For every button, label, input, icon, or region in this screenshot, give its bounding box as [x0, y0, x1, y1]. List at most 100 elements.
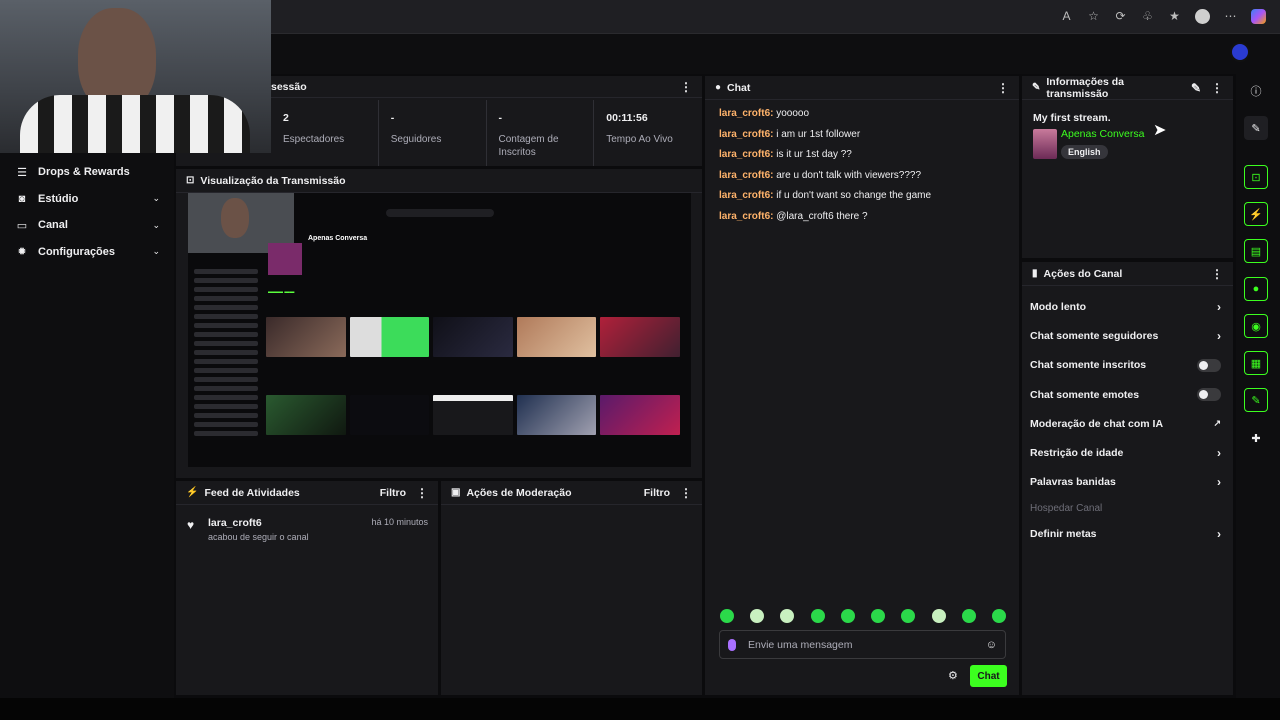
chat-message: lara_croft6: if u don't want so change t… [719, 191, 1019, 201]
action-label: Chat somente inscritos [1030, 359, 1147, 372]
action-label: Chat somente emotes [1030, 388, 1140, 401]
wrench-icon[interactable]: ✎ [1244, 388, 1268, 412]
chat-username[interactable]: lara_croft6: [719, 108, 773, 119]
filter-button[interactable]: Filtro [380, 487, 406, 499]
copilot-icon[interactable] [1251, 9, 1266, 24]
webcam-shirt [20, 95, 250, 153]
moderation-header: ▣ Ações de Moderação Filtro ⋮ [441, 481, 702, 505]
more-menu-icon[interactable]: ⋯ [1224, 10, 1237, 23]
chat-message: lara_croft6: yooooo [719, 109, 1019, 119]
action-age-restriction[interactable]: Restrição de idade › [1022, 438, 1233, 467]
channel-icon: ▭ [16, 219, 28, 232]
chat-settings-icon[interactable]: ⚙ [948, 669, 958, 682]
more-options-icon[interactable]: ⋮ [680, 486, 692, 500]
info-icon[interactable]: ⓘ [1244, 79, 1268, 103]
more-options-icon[interactable]: ⋮ [680, 80, 692, 94]
preview-searchbar [386, 209, 494, 217]
filter-button[interactable]: Filtro [644, 487, 670, 499]
stat-label: Tempo Ao Vivo [606, 134, 673, 145]
chat-username[interactable]: lara_croft6: [719, 190, 773, 201]
sidebar-item-drops[interactable]: ☰ Drops & Rewards [0, 159, 174, 186]
document-icon[interactable]: ▤ [1244, 239, 1268, 263]
sidebar-item-settings[interactable]: ✹ Configurações ⌄ [0, 239, 174, 266]
chat-input[interactable]: Envie uma mensagem ☺ [719, 630, 1006, 659]
chat-username[interactable]: lara_croft6: [719, 149, 773, 160]
microphone-icon[interactable] [728, 638, 736, 651]
add-widget-icon[interactable]: ✚ [1244, 426, 1268, 450]
session-stats: 2 Espectadores - Seguidores - Contagem d… [271, 100, 701, 166]
emote-icon[interactable] [961, 609, 976, 623]
camera-focus-icon[interactable]: ⊡ [1244, 165, 1268, 189]
action-set-goals[interactable]: Definir metas › [1022, 519, 1233, 548]
extensions-puzzle-icon[interactable]: ♧ [1141, 10, 1154, 23]
more-options-icon[interactable]: ⋮ [1211, 81, 1223, 95]
chevron-right-icon: › [1217, 475, 1221, 490]
action-label: Palavras banidas [1030, 476, 1116, 489]
sidebar-item-label: Drops & Rewards [38, 166, 130, 179]
emote-icon[interactable] [780, 609, 795, 623]
stream-category-link[interactable]: Apenas Conversa [1061, 128, 1233, 140]
sidebar-item-studio[interactable]: ◙ Estúdio ⌄ [0, 186, 174, 213]
activity-feed-panel: ⚡ Feed de Atividades Filtro ⋮ ♥ lara_cro… [176, 481, 438, 695]
action-label: Modo lento [1030, 300, 1086, 313]
chat-messages: lara_croft6: yooooo lara_croft6: i am ur… [705, 100, 1019, 222]
favorite-star-icon[interactable]: ☆ [1087, 10, 1100, 23]
chat-text: if u don't want so change the game [776, 190, 932, 201]
studio-icon: ◙ [18, 192, 26, 205]
edit-pencil-icon[interactable]: ✎ [1244, 116, 1268, 140]
more-options-icon[interactable]: ⋮ [416, 486, 428, 500]
action-emotes-only[interactable]: Chat somente emotes [1022, 380, 1233, 409]
read-aloud-icon[interactable]: A [1060, 10, 1073, 23]
extension-icon[interactable]: ⟳ [1114, 10, 1127, 23]
stream-title: My first stream. [1033, 112, 1111, 124]
chat-username[interactable]: lara_croft6: [719, 211, 773, 222]
panel-title: Informações da transmissão [1046, 75, 1124, 100]
action-slow-mode[interactable]: Modo lento › [1022, 292, 1233, 321]
emote-icon[interactable] [810, 609, 825, 623]
stat-viewers: 2 Espectadores [271, 100, 379, 166]
chat-username[interactable]: lara_croft6: [719, 129, 773, 140]
emote-icon[interactable] [720, 609, 734, 623]
action-banned-words[interactable]: Palavras banidas › [1022, 468, 1233, 497]
mouse-cursor-icon: ➤ [1153, 122, 1167, 139]
activity-user: lara_croft6 [208, 517, 262, 529]
chat-message: lara_croft6: is it ur 1st day ?? [719, 150, 1019, 160]
favorites-icon[interactable]: ★ [1168, 10, 1181, 23]
right-rail: ⓘ ✎ ⊡ ⚡ ▤ ● ◉ ▦ ✎ ✚ [1236, 74, 1280, 698]
preview-icon: ⊡ [186, 175, 195, 186]
action-subscribers-only[interactable]: Chat somente inscritos [1022, 351, 1233, 380]
preview-tabs: ▬▬▬ ▬▬ [268, 289, 295, 295]
broadcast-icon[interactable]: ◉ [1244, 314, 1268, 338]
bolt-icon[interactable]: ⚡ [1244, 202, 1268, 226]
chat-message: lara_croft6: @lara_croft6 there ? [719, 211, 1019, 222]
emote-icon[interactable] [931, 609, 946, 623]
emote-icon[interactable] [750, 609, 765, 623]
action-followers-only[interactable]: Chat somente seguidores › [1022, 321, 1233, 350]
language-tag[interactable]: English [1061, 145, 1108, 159]
sidebar-item-channel[interactable]: ▭ Canal ⌄ [0, 212, 174, 239]
emote-icon[interactable] [991, 609, 1006, 623]
emotes-only-toggle[interactable] [1197, 388, 1221, 402]
action-label: Definir metas [1030, 527, 1097, 540]
more-options-icon[interactable]: ⋮ [997, 81, 1009, 95]
chat-panel: ● Chat ⋮ lara_croft6: yooooo lara_croft6… [705, 76, 1019, 695]
emote-icon[interactable] [871, 609, 886, 623]
more-options-icon[interactable]: ⋮ [1211, 267, 1223, 281]
activity-item[interactable]: ♥ lara_croft6 há 10 minutos acabou de se… [176, 505, 438, 542]
chat-message: lara_croft6: are u don't talk with viewe… [719, 169, 1019, 181]
user-avatar[interactable] [1230, 42, 1250, 62]
edit-pencil-icon[interactable]: ✎ [1191, 81, 1201, 95]
layout-icon[interactable]: ▦ [1244, 351, 1268, 375]
subscribers-only-toggle[interactable] [1197, 358, 1221, 372]
chat-bubble-icon[interactable]: ● [1244, 277, 1268, 301]
emote-picker-icon[interactable]: ☺ [986, 639, 997, 651]
send-chat-button[interactable]: Chat [970, 665, 1007, 687]
chat-username[interactable]: lara_croft6: [719, 170, 773, 181]
action-ai-moderation[interactable]: Moderação de chat com IA ↗ [1022, 409, 1233, 438]
emote-icon[interactable] [840, 609, 855, 623]
chat-text: are u don't talk with viewers???? [776, 169, 922, 181]
stream-preview[interactable]: Apenas Conversa ▬▬▬ ▬▬ [188, 193, 691, 467]
emote-icon[interactable] [901, 609, 916, 623]
stat-value: 00:11:56 [606, 112, 648, 124]
profile-avatar-icon[interactable] [1195, 9, 1210, 24]
